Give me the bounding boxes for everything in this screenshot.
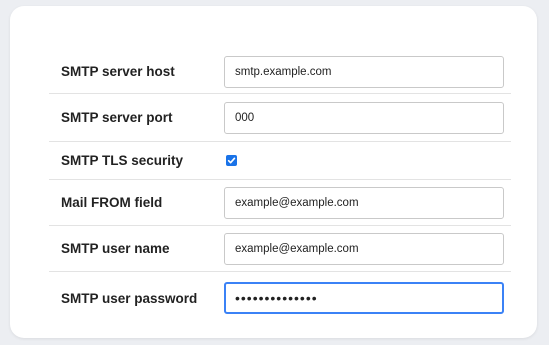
settings-card: SMTP server host SMTP server port SMTP T… <box>10 6 537 338</box>
row-mail-from: Mail FROM field <box>49 180 511 226</box>
mail-from-label: Mail FROM field <box>61 195 163 210</box>
smtp-port-input[interactable] <box>224 101 504 134</box>
checkmark-icon <box>227 157 236 164</box>
row-smtp-user: SMTP user name <box>49 226 511 272</box>
smtp-host-input[interactable] <box>224 55 504 88</box>
smtp-host-label: SMTP server host <box>61 64 175 79</box>
row-smtp-host: SMTP server host <box>49 50 511 94</box>
smtp-user-label: SMTP user name <box>61 241 170 256</box>
smtp-port-label: SMTP server port <box>61 110 173 125</box>
smtp-password-input[interactable] <box>224 282 504 314</box>
smtp-password-label: SMTP user password <box>61 290 198 306</box>
smtp-tls-label: SMTP TLS security <box>61 153 184 168</box>
smtp-settings-form: SMTP server host SMTP server port SMTP T… <box>49 50 511 324</box>
smtp-tls-checkbox[interactable] <box>226 155 237 166</box>
smtp-user-input[interactable] <box>224 232 504 265</box>
mail-from-input[interactable] <box>224 186 504 219</box>
row-smtp-password: SMTP user password <box>49 272 511 324</box>
row-smtp-tls: SMTP TLS security <box>49 142 511 180</box>
row-smtp-port: SMTP server port <box>49 94 511 142</box>
